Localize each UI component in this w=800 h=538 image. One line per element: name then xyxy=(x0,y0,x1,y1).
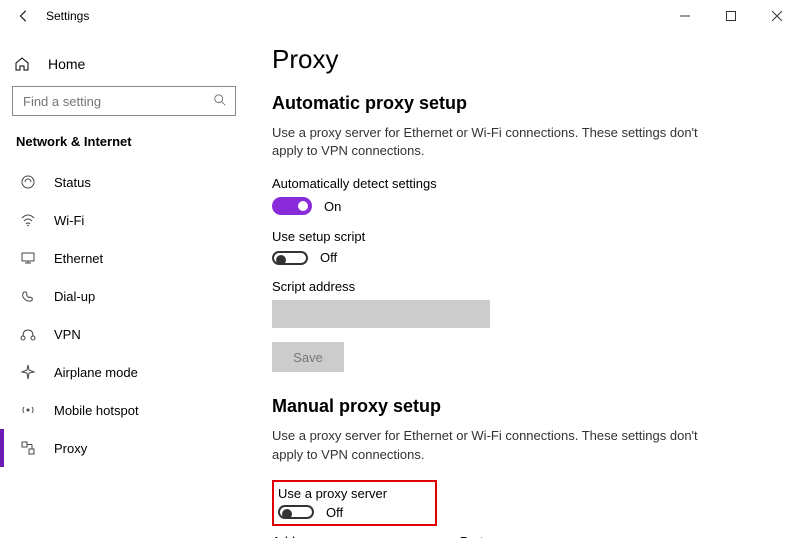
content-pane: Proxy Automatic proxy setup Use a proxy … xyxy=(248,32,800,538)
setup-script-state: Off xyxy=(320,250,337,265)
sidebar-item-label: Dial-up xyxy=(38,289,95,304)
search-icon xyxy=(213,93,227,110)
window-controls xyxy=(662,0,800,32)
vpn-icon xyxy=(18,324,38,344)
sidebar-item-label: Ethernet xyxy=(38,251,103,266)
auto-detect-label: Automatically detect settings xyxy=(272,176,776,191)
script-address-input[interactable] xyxy=(272,300,490,328)
sidebar-item-label: VPN xyxy=(38,327,81,342)
arrow-left-icon xyxy=(17,9,31,23)
airplane-icon xyxy=(18,362,38,382)
use-proxy-highlight: Use a proxy server Off xyxy=(272,480,437,526)
title-bar: Settings xyxy=(0,0,800,32)
proxy-icon xyxy=(18,438,38,458)
use-proxy-toggle[interactable] xyxy=(278,505,314,519)
setup-script-toggle[interactable] xyxy=(272,251,308,265)
ethernet-icon xyxy=(18,248,38,268)
save-button[interactable]: Save xyxy=(272,342,344,372)
minimize-button[interactable] xyxy=(662,0,708,32)
wifi-icon xyxy=(18,210,38,230)
home-icon xyxy=(14,56,36,72)
auto-detect-toggle[interactable] xyxy=(272,197,312,215)
sidebar-item-ethernet[interactable]: Ethernet xyxy=(0,239,242,277)
page-title: Proxy xyxy=(272,44,776,75)
use-proxy-label: Use a proxy server xyxy=(278,486,387,501)
sidebar-item-airplane[interactable]: Airplane mode xyxy=(0,353,242,391)
manual-heading: Manual proxy setup xyxy=(272,396,776,417)
automatic-description: Use a proxy server for Ethernet or Wi-Fi… xyxy=(272,124,702,160)
sidebar-item-status[interactable]: Status xyxy=(0,163,242,201)
sidebar-item-vpn[interactable]: VPN xyxy=(0,315,242,353)
auto-detect-state: On xyxy=(324,199,341,214)
status-icon xyxy=(18,172,38,192)
minimize-icon xyxy=(680,11,690,21)
sidebar-section-label: Network & Internet xyxy=(6,126,242,163)
address-label: Address xyxy=(272,534,320,538)
sidebar-item-label: Airplane mode xyxy=(38,365,138,380)
hotspot-icon xyxy=(18,400,38,420)
close-button[interactable] xyxy=(754,0,800,32)
use-proxy-state: Off xyxy=(326,505,343,520)
window-title: Settings xyxy=(42,9,89,23)
sidebar-item-hotspot[interactable]: Mobile hotspot xyxy=(0,391,242,429)
sidebar-item-label: Wi-Fi xyxy=(38,213,84,228)
sidebar-item-label: Mobile hotspot xyxy=(38,403,139,418)
sidebar-item-proxy[interactable]: Proxy xyxy=(0,429,242,467)
automatic-heading: Automatic proxy setup xyxy=(272,93,776,114)
sidebar-item-label: Proxy xyxy=(38,441,87,456)
sidebar-item-dialup[interactable]: Dial-up xyxy=(0,277,242,315)
sidebar: Home Network & Internet Status Wi-Fi xyxy=(0,32,248,538)
search-box[interactable] xyxy=(12,86,236,116)
setup-script-label: Use setup script xyxy=(272,229,776,244)
close-icon xyxy=(772,11,782,21)
maximize-button[interactable] xyxy=(708,0,754,32)
sidebar-item-label: Status xyxy=(38,175,91,190)
manual-description: Use a proxy server for Ethernet or Wi-Fi… xyxy=(272,427,702,463)
home-label: Home xyxy=(36,56,85,72)
maximize-icon xyxy=(726,11,736,21)
port-label: Port xyxy=(460,534,484,538)
script-address-label: Script address xyxy=(272,279,776,294)
save-button-label: Save xyxy=(293,350,323,365)
home-link[interactable]: Home xyxy=(6,46,242,82)
back-button[interactable] xyxy=(6,0,42,32)
dialup-icon xyxy=(18,286,38,306)
sidebar-item-wifi[interactable]: Wi-Fi xyxy=(0,201,242,239)
search-input[interactable] xyxy=(21,93,213,110)
